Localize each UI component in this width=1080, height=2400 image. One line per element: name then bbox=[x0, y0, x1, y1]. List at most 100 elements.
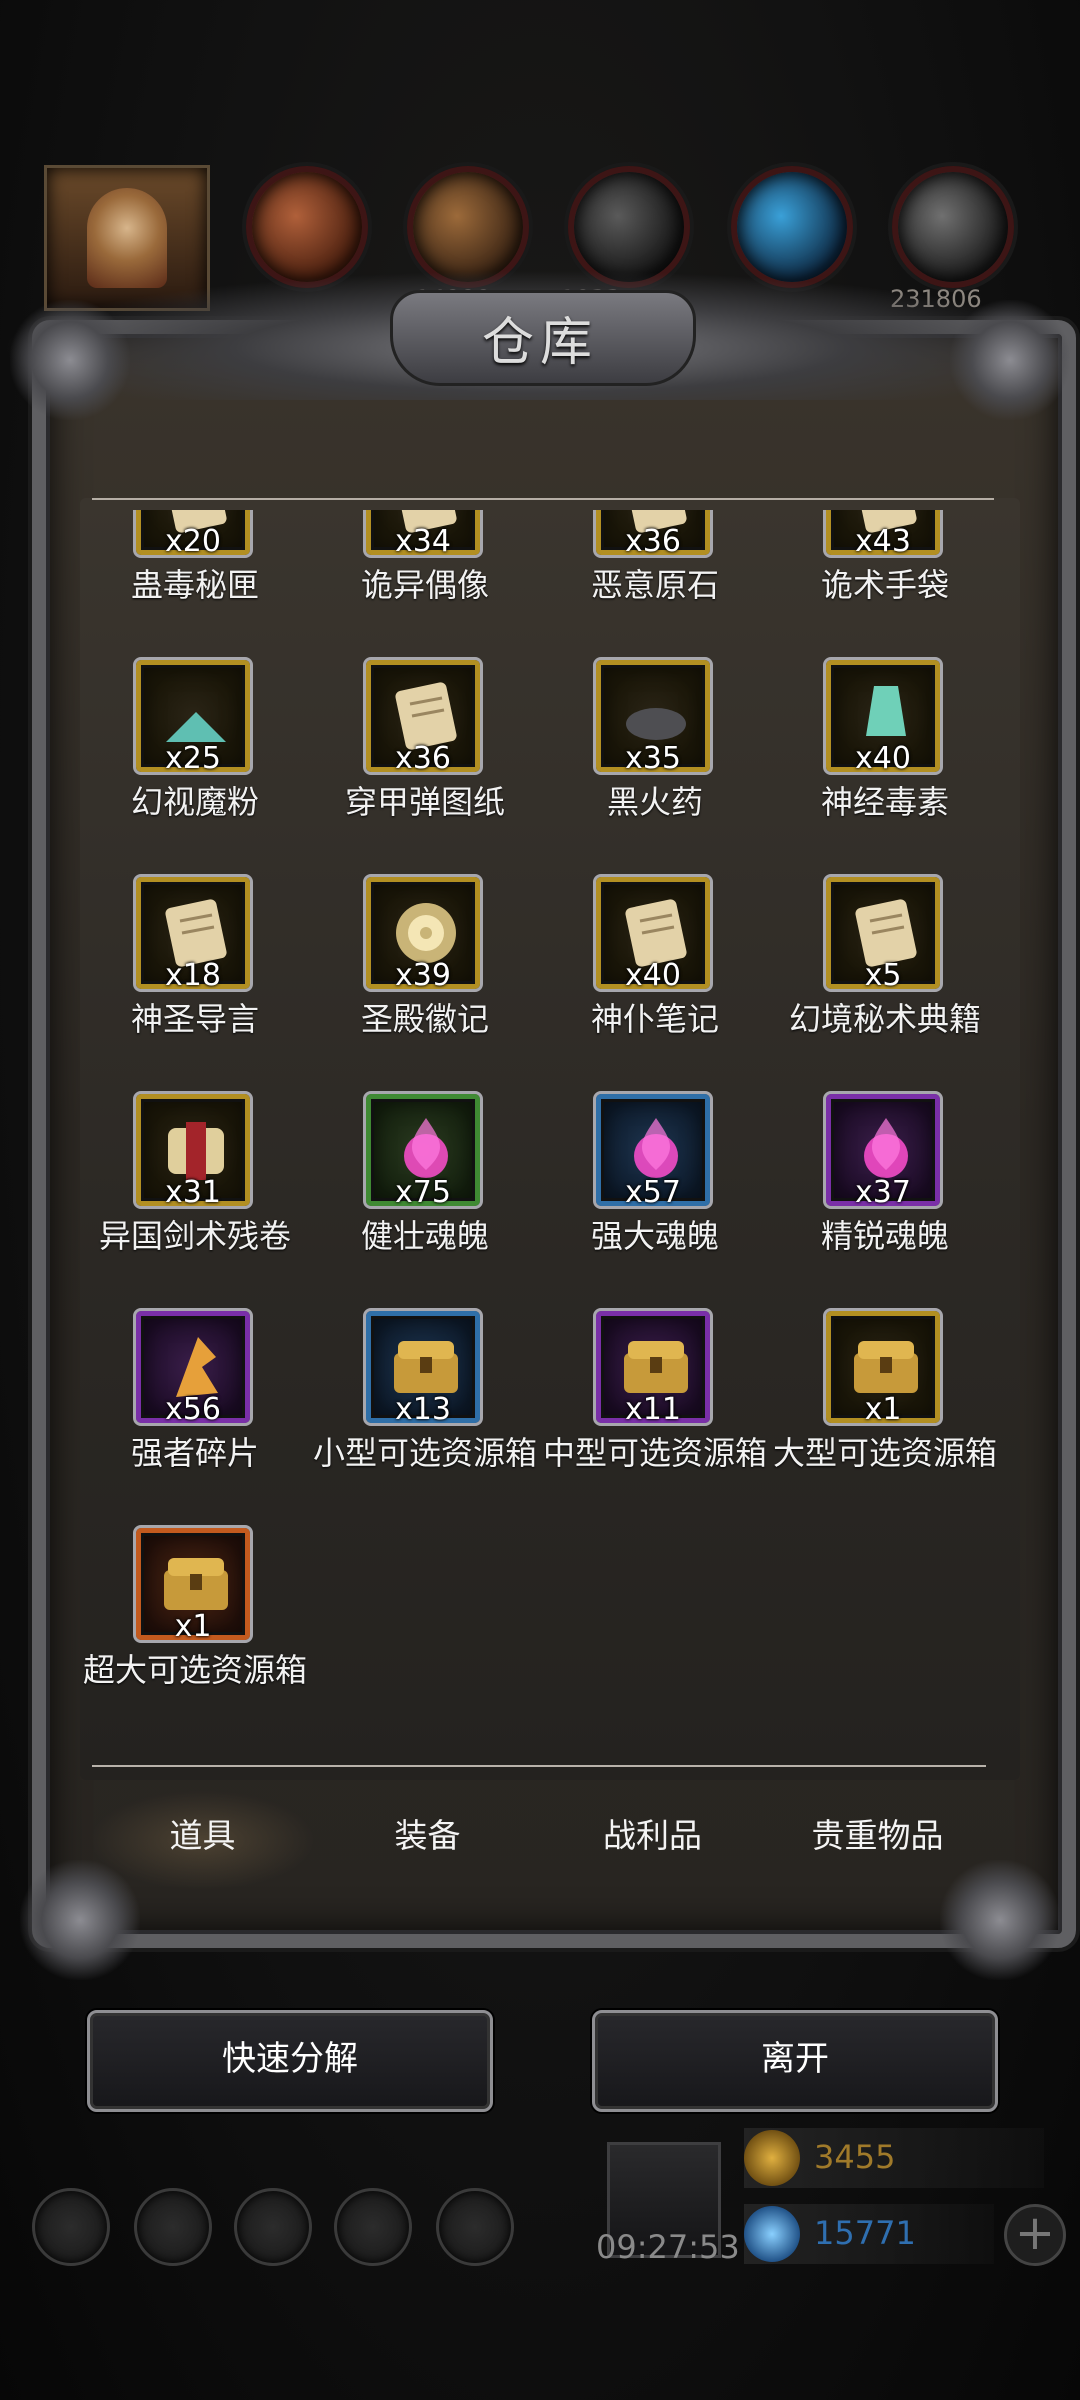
item-slot[interactable]: x1 bbox=[823, 1308, 943, 1427]
gem-currency[interactable]: 15771 bbox=[744, 2204, 994, 2264]
item-slot[interactable]: x57 bbox=[593, 1091, 713, 1210]
item-slot[interactable]: x34 bbox=[363, 510, 483, 559]
item-name: 幻视魔粉 bbox=[130, 783, 259, 821]
item-slot[interactable]: x25 bbox=[133, 657, 253, 776]
tab-valuables[interactable]: 贵重物品 bbox=[765, 1790, 990, 1890]
mail-icon[interactable] bbox=[334, 2188, 412, 2266]
item-cell[interactable]: x43 诡术手袋 bbox=[770, 510, 1000, 657]
frame-corner-left bbox=[10, 300, 130, 420]
item-slot[interactable]: x37 bbox=[823, 1091, 943, 1210]
item-name: 超大可选资源箱 bbox=[82, 1651, 307, 1689]
page-title: 仓库 bbox=[481, 313, 598, 373]
item-slot[interactable]: x56 bbox=[133, 1308, 253, 1427]
leave-button[interactable]: 离开 bbox=[592, 2010, 998, 2112]
item-slot[interactable]: x40 bbox=[593, 874, 713, 993]
item-cell[interactable]: x40 神仆笔记 bbox=[540, 874, 770, 1091]
item-cell[interactable]: x18 神圣导言 bbox=[80, 874, 310, 1091]
item-quantity: x75 bbox=[395, 1175, 451, 1210]
item-quantity: x36 bbox=[625, 524, 681, 559]
item-cell[interactable]: x25 幻视魔粉 bbox=[80, 657, 310, 874]
frame-corner-right bbox=[950, 300, 1070, 420]
item-cell[interactable]: x1 大型可选资源箱 bbox=[770, 1308, 1000, 1525]
item-name: 黑火药 bbox=[606, 783, 703, 821]
item-cell[interactable]: x56 强者碎片 bbox=[80, 1308, 310, 1525]
item-name: 小型可选资源箱 bbox=[312, 1434, 537, 1472]
item-slot[interactable]: x43 bbox=[823, 510, 943, 559]
item-grid-scroll[interactable]: x20 蛊毒秘匣 x34 诡异偶像 x36 恶意原石 x43 诡术手袋 x25 幻视魔粉 x36 穿甲… bbox=[80, 510, 1020, 1760]
item-cell[interactable]: x31 异国剑术残卷 bbox=[80, 1091, 310, 1308]
item-cell[interactable]: x36 恶意原石 bbox=[540, 510, 770, 657]
item-quantity: x56 bbox=[165, 1392, 221, 1427]
add-gems-button[interactable]: + bbox=[1004, 2204, 1066, 2266]
item-cell[interactable]: x37 精锐魂魄 bbox=[770, 1091, 1000, 1308]
handshake-icon[interactable] bbox=[436, 2188, 514, 2266]
item-name: 中型可选资源箱 bbox=[542, 1434, 767, 1472]
stone-resource-icon[interactable] bbox=[568, 166, 690, 288]
item-quantity: x43 bbox=[855, 524, 911, 559]
item-quantity: x25 bbox=[165, 741, 221, 776]
building-icon[interactable] bbox=[234, 2188, 312, 2266]
item-cell[interactable]: x20 蛊毒秘匣 bbox=[80, 510, 310, 657]
item-quantity: x5 bbox=[864, 958, 902, 993]
item-slot[interactable]: x31 bbox=[133, 1091, 253, 1210]
item-cell[interactable]: x1 超大可选资源箱 bbox=[80, 1525, 310, 1742]
item-quantity: x40 bbox=[855, 741, 911, 776]
item-quantity: x31 bbox=[165, 1175, 221, 1210]
item-cell[interactable]: x75 健壮魂魄 bbox=[310, 1091, 540, 1308]
iron-resource-icon[interactable] bbox=[892, 166, 1014, 288]
player-avatar[interactable] bbox=[44, 165, 210, 311]
item-slot[interactable]: x39 bbox=[363, 874, 483, 993]
achievement-icon[interactable] bbox=[134, 2188, 212, 2266]
tab-loot[interactable]: 战利品 bbox=[540, 1790, 765, 1890]
meat-resource-icon[interactable] bbox=[246, 166, 368, 288]
item-name: 神经毒素 bbox=[820, 783, 949, 821]
item-slot[interactable]: x36 bbox=[363, 657, 483, 776]
item-quantity: x57 bbox=[625, 1175, 681, 1210]
item-slot[interactable]: x36 bbox=[593, 510, 713, 559]
item-quantity: x18 bbox=[165, 958, 221, 993]
item-cell[interactable]: x5 幻境秘术典籍 bbox=[770, 874, 1000, 1091]
gold-currency[interactable]: 3455 bbox=[744, 2128, 1044, 2188]
item-quantity: x37 bbox=[855, 1175, 911, 1210]
item-name: 异国剑术残卷 bbox=[98, 1217, 291, 1255]
tab-props[interactable]: 道具 bbox=[90, 1790, 315, 1890]
item-slot[interactable]: x20 bbox=[133, 510, 253, 559]
item-slot[interactable]: x40 bbox=[823, 657, 943, 776]
item-name: 蛊毒秘匣 bbox=[130, 566, 259, 604]
item-cell[interactable]: x11 中型可选资源箱 bbox=[540, 1308, 770, 1525]
item-name: 诡术手袋 bbox=[820, 566, 949, 604]
item-grid: x20 蛊毒秘匣 x34 诡异偶像 x36 恶意原石 x43 诡术手袋 x25 幻视魔粉 x36 穿甲… bbox=[80, 510, 1020, 1742]
item-slot[interactable]: x1 bbox=[133, 1525, 253, 1644]
item-cell[interactable]: x34 诡异偶像 bbox=[310, 510, 540, 657]
item-cell[interactable]: x57 强大魂魄 bbox=[540, 1091, 770, 1308]
settings-icon[interactable] bbox=[32, 2188, 110, 2266]
item-slot[interactable]: x18 bbox=[133, 874, 253, 993]
item-quantity: x40 bbox=[625, 958, 681, 993]
item-quantity: x13 bbox=[395, 1392, 451, 1427]
item-slot[interactable]: x75 bbox=[363, 1091, 483, 1210]
item-quantity: x11 bbox=[625, 1392, 681, 1427]
item-quantity: x36 bbox=[395, 741, 451, 776]
wood-resource-icon[interactable] bbox=[407, 166, 529, 288]
item-slot[interactable]: x5 bbox=[823, 874, 943, 993]
item-slot[interactable]: x11 bbox=[593, 1308, 713, 1427]
item-name: 神圣导言 bbox=[130, 1000, 259, 1038]
item-cell[interactable]: x40 神经毒素 bbox=[770, 657, 1000, 874]
item-cell[interactable]: x13 小型可选资源箱 bbox=[310, 1308, 540, 1525]
quick-decompose-button[interactable]: 快速分解 bbox=[87, 2010, 493, 2112]
item-name: 恶意原石 bbox=[590, 566, 719, 604]
item-cell[interactable]: x36 穿甲弹图纸 bbox=[310, 657, 540, 874]
tab-equipment[interactable]: 装备 bbox=[315, 1790, 540, 1890]
item-name: 幻境秘术典籍 bbox=[788, 1000, 981, 1038]
item-cell[interactable]: x39 圣殿徽记 bbox=[310, 874, 540, 1091]
gold-value: 3455 bbox=[814, 2138, 896, 2176]
item-quantity: x1 bbox=[174, 1609, 212, 1644]
crystal-resource-icon[interactable] bbox=[731, 166, 853, 288]
item-cell[interactable]: x35 黑火药 bbox=[540, 657, 770, 874]
item-name: 强大魂魄 bbox=[590, 1217, 719, 1255]
item-slot[interactable]: x13 bbox=[363, 1308, 483, 1427]
category-tabs: 道具 装备 战利品 贵重物品 bbox=[90, 1790, 990, 1890]
item-slot[interactable]: x35 bbox=[593, 657, 713, 776]
item-quantity: x20 bbox=[165, 524, 221, 559]
item-name: 神仆笔记 bbox=[590, 1000, 719, 1038]
